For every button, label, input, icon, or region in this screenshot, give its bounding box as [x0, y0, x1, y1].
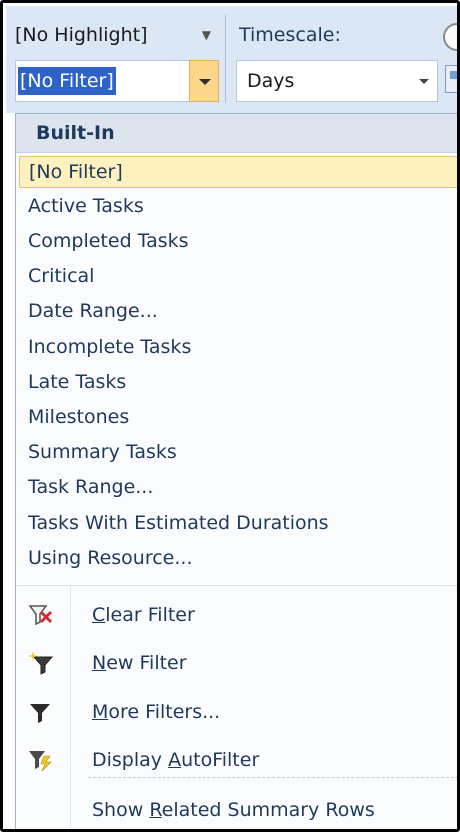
highlight-combo[interactable]: [No Highlight] ▼: [15, 18, 217, 53]
filter-dropdown-button[interactable]: [189, 60, 219, 102]
clear-filter-icon: [28, 605, 53, 626]
filter-combo-value[interactable]: [No Filter]: [18, 67, 116, 95]
highlight-combo-value: [No Highlight]: [15, 24, 148, 46]
menu-item-active-tasks[interactable]: Active Tasks: [19, 190, 457, 222]
zoom-icon[interactable]: [445, 65, 457, 93]
menu-item-no-filter[interactable]: [No Filter]: [19, 156, 457, 188]
clear-filter-label: Clear Filter: [92, 604, 195, 626]
menu-item-summary-tasks[interactable]: Summary Tasks: [19, 436, 457, 468]
section-header-title: Built-In: [36, 122, 115, 144]
menu-separator: [16, 585, 457, 586]
menu-item-date-range[interactable]: Date Range...: [19, 295, 457, 327]
more-filters-label: More Filters...: [92, 701, 221, 723]
app-frame: [No Highlight] ▼ Timescale: [No Filter] …: [0, 0, 460, 832]
ribbon-separator: [225, 15, 226, 103]
menu-item-milestones[interactable]: Milestones: [19, 401, 457, 433]
menu-item-using-resource[interactable]: Using Resource...: [19, 542, 457, 574]
menu-item-tasks-estimated-durations[interactable]: Tasks With Estimated Durations: [19, 507, 457, 539]
new-filter-command[interactable]: New Filter: [16, 641, 457, 685]
chevron-down-icon[interactable]: ▼: [202, 18, 211, 53]
chevron-down-icon[interactable]: [419, 79, 429, 84]
section-header: Built-In: [16, 114, 457, 153]
more-filters-command[interactable]: More Filters...: [16, 690, 457, 734]
more-filters-icon: [30, 704, 50, 723]
filter-combo[interactable]: [No Filter]: [15, 60, 219, 102]
menu-item-completed-tasks[interactable]: Completed Tasks: [19, 225, 457, 257]
clear-filter-command[interactable]: Clear Filter: [16, 593, 457, 637]
chevron-down-icon: [199, 79, 211, 85]
menu-item-task-range[interactable]: Task Range...: [19, 471, 457, 503]
menu-item-incomplete-tasks[interactable]: Incomplete Tasks: [19, 331, 457, 363]
timescale-label: Timescale:: [239, 24, 341, 46]
filter-dropdown-menu: Built-In [No Filter] Active Tasks Comple…: [15, 113, 457, 829]
menu-item-late-tasks[interactable]: Late Tasks: [19, 366, 457, 398]
timescale-combo[interactable]: Days: [236, 60, 438, 102]
new-filter-icon: [28, 651, 54, 675]
new-filter-label: New Filter: [92, 652, 187, 674]
display-autofilter-label: Display AutoFilter: [92, 749, 260, 771]
menu-item-critical[interactable]: Critical: [19, 260, 457, 292]
autofilter-icon: [29, 751, 52, 772]
dotted-separator: [88, 777, 457, 778]
show-related-summary-rows-label: Show Related Summary Rows: [92, 799, 375, 821]
timescale-combo-value: Days: [247, 70, 295, 92]
display-autofilter-command[interactable]: Display AutoFilter: [16, 738, 457, 782]
show-related-summary-rows-command[interactable]: Show Related Summary Rows: [16, 788, 457, 829]
